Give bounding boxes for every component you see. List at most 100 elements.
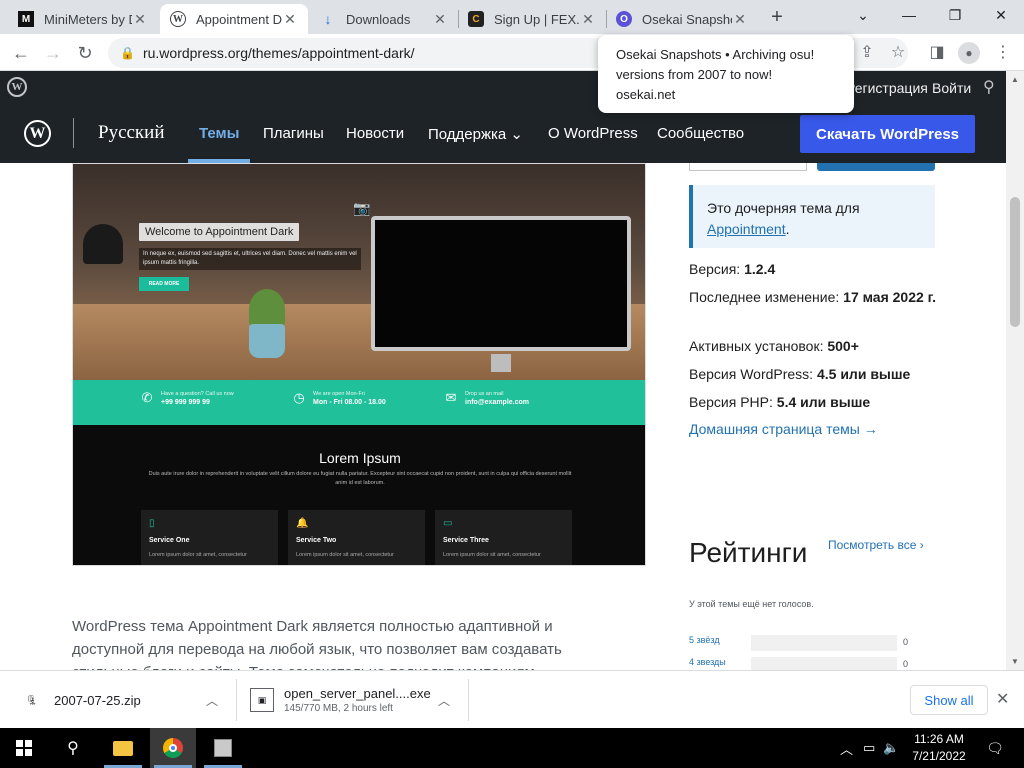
rating-label: 5 звёзд xyxy=(689,635,720,645)
tab-close-icon[interactable]: ✕ xyxy=(580,11,596,28)
rating-bar xyxy=(751,635,897,651)
tab-downloads[interactable]: ↓ Downloads ✕ xyxy=(310,4,458,34)
download-item-exe[interactable]: ▣ open_server_panel....exe 145/770 MB, 2… xyxy=(250,679,460,721)
wordpress-logo-icon[interactable]: W xyxy=(7,77,27,97)
hero-read-more-button: READ MORE xyxy=(139,277,189,291)
chevron-up-icon[interactable]: ︿ xyxy=(438,692,450,709)
tab-hover-card: Osekai Snapshots • Archiving osu! versio… xyxy=(598,35,854,113)
tab-search-chevron-icon[interactable]: ⌄ xyxy=(840,0,886,30)
meta-wp-version: Версия WordPress: 4.5 или выше xyxy=(689,364,949,385)
show-all-downloads-button[interactable]: Show all xyxy=(910,685,988,715)
notification-center-icon[interactable]: 🗨 xyxy=(980,728,1010,768)
tab-close-icon[interactable]: ✕ xyxy=(132,11,148,28)
meta-php-version: Версия PHP: 5.4 или выше xyxy=(689,392,949,413)
fex-favicon-icon: C xyxy=(468,11,484,27)
hero-text: In neque ex, euismod sed sagittis et, ul… xyxy=(139,248,361,270)
nav-community[interactable]: Сообщество xyxy=(657,125,744,142)
nav-news[interactable]: Новости xyxy=(346,125,404,142)
rating-row-4-stars[interactable]: 4 звезды 0 xyxy=(689,657,919,670)
section-title: Lorem Ipsum xyxy=(319,450,401,466)
reload-button[interactable]: ↻ xyxy=(72,40,98,66)
parent-theme-link[interactable]: Appointment xyxy=(707,221,786,237)
start-button[interactable] xyxy=(0,728,48,768)
camera-icon: 📷 xyxy=(353,200,371,216)
nav-plugins[interactable]: Плагины xyxy=(263,125,324,142)
scroll-down-icon[interactable]: ▼ xyxy=(1006,657,1024,666)
tab-minimeters[interactable]: M MiniMeters by D ✕ xyxy=(8,4,158,34)
tab-strip: M MiniMeters by D ✕ W Appointment Da ✕ ↓… xyxy=(0,0,1024,34)
rating-bar xyxy=(751,657,897,670)
forward-button[interactable]: → xyxy=(40,40,66,66)
see-all-ratings-link[interactable]: Посмотреть все › xyxy=(828,538,924,552)
service-name: Service Two xyxy=(296,537,337,544)
menu-kebab-icon[interactable]: ⋮ xyxy=(990,40,1016,66)
preview-button[interactable] xyxy=(689,163,807,171)
rating-row-5-stars[interactable]: 5 звёзд 0 xyxy=(689,635,919,651)
share-icon[interactable]: ⇪ xyxy=(854,40,880,66)
download-theme-button[interactable] xyxy=(817,163,935,171)
login-link[interactable]: Войти xyxy=(932,80,971,96)
service-card: ▯ Service One Lorem ipsum dolor sit amet… xyxy=(141,510,278,565)
nav-themes[interactable]: Темы xyxy=(199,125,239,142)
tab-fex[interactable]: C Sign Up | FEX.N ✕ xyxy=(458,4,606,34)
tab-osekai[interactable]: O Osekai Snapsho ✕ xyxy=(606,4,758,34)
download-filename: 2007-07-25.zip xyxy=(54,692,141,708)
exe-file-icon: ▣ xyxy=(250,688,274,712)
scroll-up-icon[interactable]: ▲ xyxy=(1006,75,1024,84)
clock-time: 11:26 AM xyxy=(914,732,964,746)
volume-icon[interactable]: 🔈 xyxy=(883,740,899,756)
nav-about[interactable]: О WordPress xyxy=(548,125,638,142)
meta-label: Версия WordPress: xyxy=(689,366,817,382)
file-explorer-icon[interactable] xyxy=(100,728,146,768)
meta-label: Последнее изменение: xyxy=(689,289,844,305)
chevron-up-icon[interactable]: ︿ xyxy=(206,692,218,709)
chrome-icon[interactable] xyxy=(150,728,196,768)
tab-label: Downloads xyxy=(346,11,411,27)
download-wordpress-button[interactable]: Скачать WordPress xyxy=(800,115,975,153)
wp-admin-bar: W Регистрация Войти ⚲ xyxy=(0,71,1024,103)
side-panel-icon[interactable]: ◨ xyxy=(924,40,950,66)
minimize-button[interactable]: — xyxy=(886,0,932,30)
nav-support[interactable]: Поддержка ⌄ xyxy=(428,125,523,143)
laptop-icon: ▭ xyxy=(443,518,453,529)
app-icon[interactable] xyxy=(200,728,246,768)
new-tab-button[interactable]: + xyxy=(766,6,788,28)
close-window-button[interactable]: ✕ xyxy=(978,0,1024,30)
contact-info-mail: ✉ Drop us an mail info@example.com xyxy=(441,390,529,408)
tab-close-icon[interactable]: ✕ xyxy=(282,11,298,28)
header-divider xyxy=(73,118,74,148)
tray-chevron-up-icon[interactable]: ︿ xyxy=(840,739,853,758)
tab-appointment-dark[interactable]: W Appointment Da ✕ xyxy=(160,4,308,34)
search-icon[interactable]: ⚲ xyxy=(983,77,995,97)
restore-button[interactable]: ❐ xyxy=(932,0,978,30)
service-card: 🔔 Service Two Lorem ipsum dolor sit amet… xyxy=(288,510,425,565)
meta-value: 1.2.4 xyxy=(744,261,776,277)
wordpress-logo-icon[interactable]: W xyxy=(24,120,51,147)
windows-taskbar: ⚲ ︿ ▭ 🔈 11:26 AM 7/21/2022 🗨 xyxy=(0,728,1024,768)
bookmark-star-icon[interactable]: ☆ xyxy=(885,40,911,66)
scroll-thumb[interactable] xyxy=(1010,197,1020,327)
minimeters-favicon-icon: M xyxy=(18,11,34,27)
register-link[interactable]: Регистрация xyxy=(846,80,928,96)
windows-logo-icon xyxy=(16,740,32,756)
tab-close-icon[interactable]: ✕ xyxy=(432,11,448,28)
locale-title[interactable]: Русский xyxy=(98,122,165,144)
tab-close-icon[interactable]: ✕ xyxy=(732,11,748,28)
search-icon[interactable]: ⚲ xyxy=(50,728,96,768)
meta-label: Версия PHP: xyxy=(689,394,777,410)
back-button[interactable]: ← xyxy=(8,40,34,66)
network-icon[interactable]: ▭ xyxy=(863,740,875,756)
taskbar-clock[interactable]: 11:26 AM 7/21/2022 xyxy=(904,731,974,765)
bell-icon: 🔔 xyxy=(296,518,309,529)
rating-count: 0 xyxy=(903,659,909,669)
download-item-zip[interactable]: 🗜 2007-07-25.zip ︿ xyxy=(20,679,230,721)
theme-homepage-link[interactable]: Домашняя страница темы → xyxy=(689,421,878,437)
notice-suffix: . xyxy=(785,221,790,237)
page-scrollbar[interactable]: ▲ ▼ xyxy=(1006,71,1024,671)
meta-active-installs: Активных установок: 500+ xyxy=(689,336,949,357)
theme-screenshot[interactable]: 📷 Welcome to Appointment Dark In neque e… xyxy=(72,163,646,566)
section-text: Duis aute irure dolor in reprehenderit i… xyxy=(148,471,572,486)
service-text: Lorem ipsum dolor sit amet, consectetur xyxy=(149,552,247,558)
close-download-shelf-icon[interactable]: ✕ xyxy=(996,689,1009,709)
profile-avatar-icon[interactable]: ● xyxy=(958,42,980,64)
